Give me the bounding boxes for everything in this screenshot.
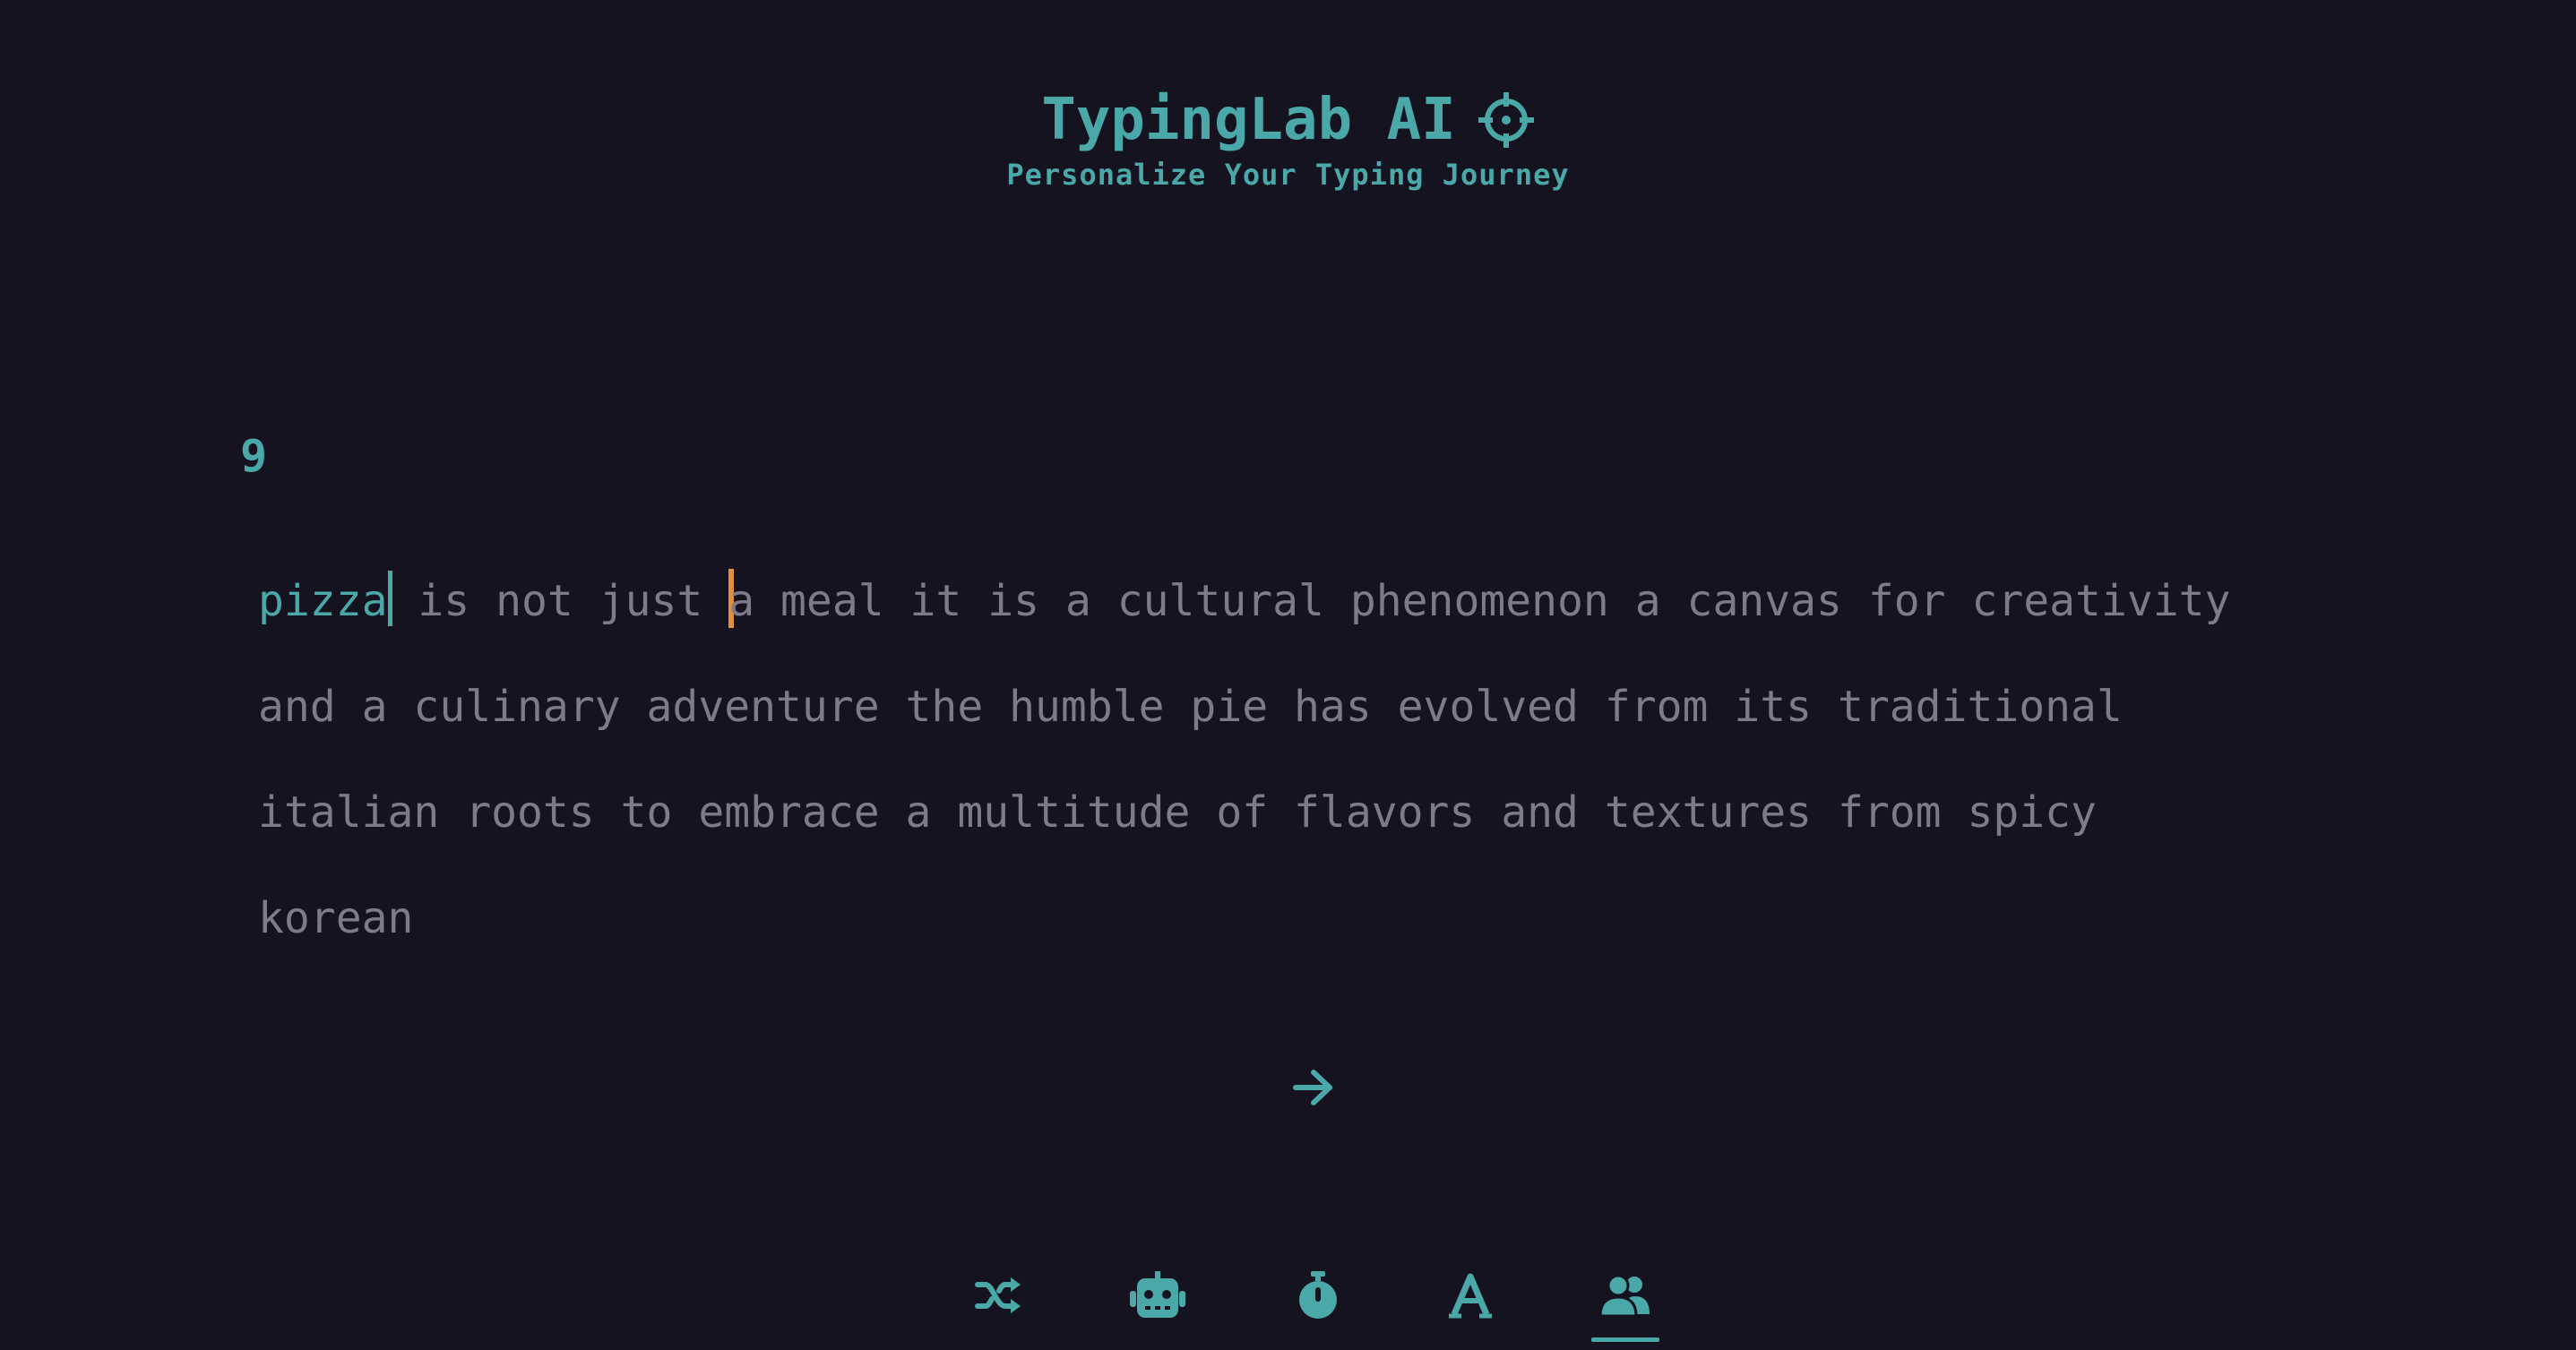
word: from [1604, 682, 1709, 732]
shuffle-icon [975, 1275, 1021, 1320]
word: roots [465, 787, 595, 838]
app-title: TypingLab AI [1041, 87, 1456, 153]
word: evolved [1397, 682, 1579, 732]
text-line: and a culinary adventure the humble pie … [258, 654, 2373, 760]
word: korean [258, 893, 414, 943]
word: from [1837, 787, 1942, 838]
shuffle-mode-button[interactable] [964, 1263, 1032, 1331]
timer-mode-button[interactable] [1284, 1263, 1352, 1331]
word: culinary [413, 682, 621, 732]
app-header: TypingLab AI Personalize Your Typing Jou… [0, 82, 2576, 192]
ai-mode-button[interactable] [1124, 1263, 1192, 1331]
word: of [1216, 787, 1269, 838]
word: adventure [646, 682, 880, 732]
mode-toolbar [0, 1263, 2576, 1344]
word: a [905, 787, 932, 838]
stopwatch-icon [1297, 1271, 1340, 1323]
word: italian [258, 787, 440, 838]
word: multitude [957, 787, 1191, 838]
word: has [1294, 682, 1372, 732]
word: cultural [1116, 576, 1324, 626]
app-subtitle: Personalize Your Typing Journey [1006, 158, 1570, 192]
text-line: italian roots to embrace a multitude of … [258, 760, 2373, 865]
word: to [620, 787, 673, 838]
word: spicy [1967, 787, 2097, 838]
word: embrace [698, 787, 880, 838]
word: creativity [1971, 576, 2231, 626]
text-line: pizza is not just a meal it is a cultura… [258, 548, 2373, 654]
word: phenomenon [1349, 576, 1609, 626]
next-test-button[interactable] [1287, 1062, 1340, 1116]
word: a [361, 682, 388, 732]
word: textures [1604, 787, 1813, 838]
word: traditional [1837, 682, 2123, 732]
title-row: TypingLab AI [1041, 82, 1534, 158]
typed-word: pizza [258, 576, 388, 626]
word: just [599, 576, 703, 626]
arrow-right-icon [1292, 1068, 1335, 1111]
word: humble [1009, 682, 1165, 732]
word: the [905, 682, 984, 732]
word: it [909, 576, 962, 626]
word: meal [780, 576, 884, 626]
typing-text-area[interactable]: pizza is not just a meal it is a cultura… [258, 548, 2373, 971]
font-icon [1448, 1271, 1493, 1323]
word: and [1501, 787, 1579, 838]
word: its [1734, 682, 1813, 732]
word-counter: 9 [240, 430, 268, 482]
word: a [1064, 576, 1091, 626]
robot-icon [1128, 1271, 1187, 1323]
users-icon [1598, 1274, 1651, 1320]
word: a [728, 576, 755, 626]
word: not [495, 576, 573, 626]
word: pie [1190, 682, 1269, 732]
font-mode-button[interactable] [1436, 1263, 1504, 1331]
cursor-caret [387, 571, 392, 626]
word: a [1634, 576, 1661, 626]
word: and [258, 682, 336, 732]
word: flavors [1294, 787, 1476, 838]
crosshair-icon [1478, 91, 1535, 149]
word: is [987, 576, 1040, 626]
word: for [1867, 576, 1946, 626]
text-line: korean [258, 865, 2373, 971]
multiplayer-mode-button[interactable] [1591, 1263, 1659, 1342]
word: canvas [1686, 576, 1842, 626]
word: is [418, 576, 470, 626]
